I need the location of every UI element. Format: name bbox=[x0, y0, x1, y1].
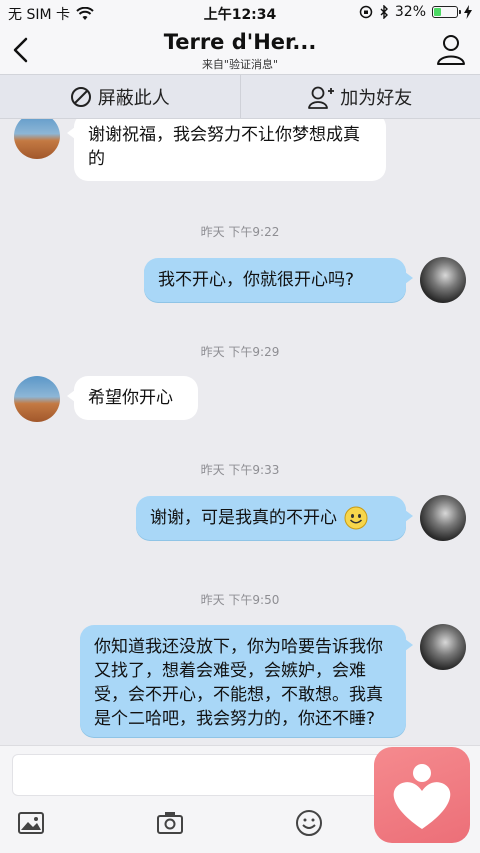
friend-avatar[interactable] bbox=[14, 376, 60, 422]
outgoing-message[interactable]: 我不开心，你就很开心吗? bbox=[144, 258, 413, 302]
block-icon bbox=[70, 86, 91, 107]
my-avatar[interactable] bbox=[420, 495, 466, 541]
outgoing-message-text: 谢谢，可是我真的不开心 bbox=[150, 508, 337, 528]
incoming-message[interactable]: 谢谢祝福，我会努力不让你梦想成真的 bbox=[67, 119, 386, 181]
outgoing-message[interactable]: 谢谢，可是我真的不开心 bbox=[136, 496, 413, 540]
heart-person-icon bbox=[393, 764, 451, 829]
message-timestamp: 昨天 下午9:50 bbox=[200, 593, 280, 607]
battery-icon bbox=[432, 6, 461, 18]
outgoing-message[interactable]: 你知道我还没放下，你为哈要告诉我你又找了，想着会难受，会嫉妒，会难受，会不开心，… bbox=[80, 625, 413, 737]
orientation-lock-icon bbox=[359, 5, 373, 19]
add-friend-button[interactable]: 加为好友 bbox=[239, 75, 480, 118]
incoming-message[interactable]: 希望你开心 bbox=[67, 376, 198, 420]
friend-avatar[interactable] bbox=[14, 119, 60, 159]
chat-title: Terre d'Her... bbox=[163, 30, 317, 54]
stranger-action-bar: 屏蔽此人 加为好友 bbox=[0, 74, 480, 119]
charging-bolt-icon bbox=[464, 5, 472, 19]
image-icon[interactable] bbox=[16, 808, 46, 838]
message-timestamp: 昨天 下午9:33 bbox=[200, 463, 280, 477]
message-timestamp: 昨天 下午9:22 bbox=[200, 225, 280, 239]
message-timestamp: 昨天 下午9:29 bbox=[200, 345, 280, 359]
smile-emoji-icon bbox=[344, 506, 368, 530]
message-list[interactable]: 谢谢祝福，我会努力不让你梦想成真的 昨天 下午9:22 我不开心，你就很开心吗?… bbox=[0, 119, 480, 745]
my-avatar[interactable] bbox=[420, 257, 466, 303]
bluetooth-icon bbox=[380, 5, 388, 19]
camera-icon[interactable] bbox=[155, 808, 185, 838]
battery-percent: 32% bbox=[394, 4, 426, 20]
floating-app-icon[interactable] bbox=[374, 747, 470, 843]
block-user-label: 屏蔽此人 bbox=[97, 87, 170, 109]
my-avatar[interactable] bbox=[420, 624, 466, 670]
profile-icon[interactable] bbox=[436, 32, 466, 66]
emoji-icon[interactable] bbox=[294, 808, 324, 838]
status-right: 32% bbox=[359, 4, 472, 20]
add-friend-label: 加为好友 bbox=[340, 87, 413, 109]
add-friend-icon bbox=[308, 86, 335, 109]
chat-subtitle: 来自"验证消息" bbox=[201, 58, 279, 71]
navigation-bar: Terre d'Her... 来自"验证消息" bbox=[0, 26, 480, 74]
status-bar: 无 SIM 卡 上午12:34 32% bbox=[0, 0, 480, 26]
block-user-button[interactable]: 屏蔽此人 bbox=[0, 75, 240, 118]
